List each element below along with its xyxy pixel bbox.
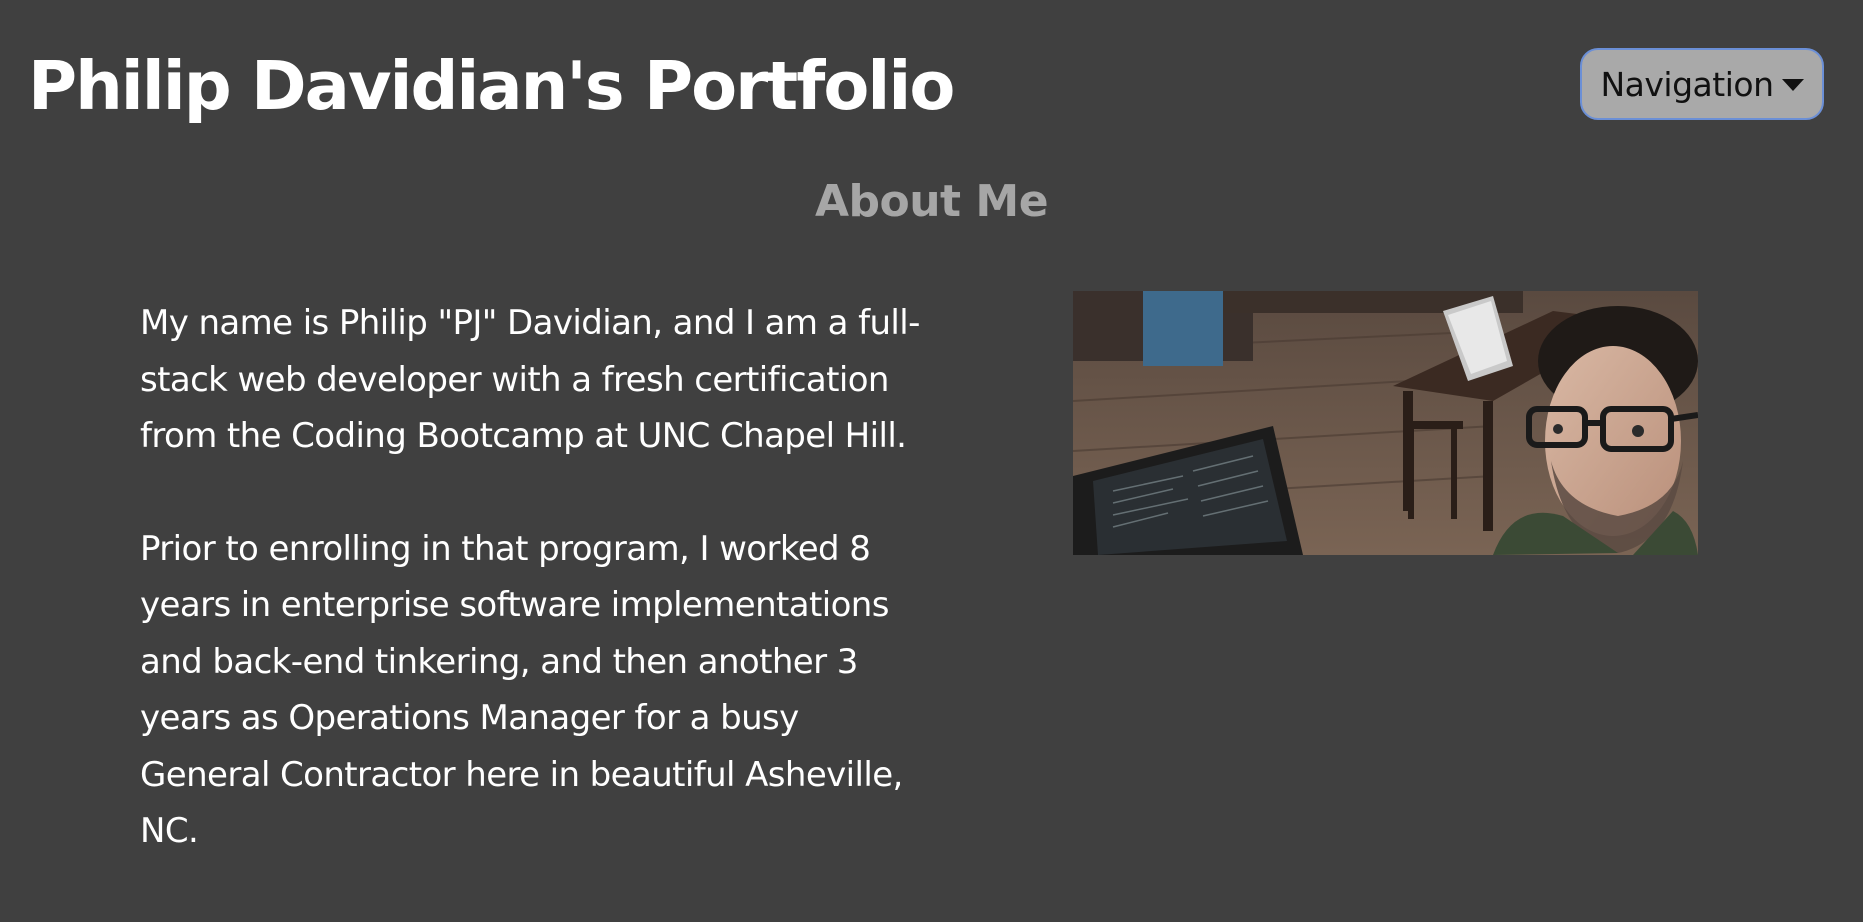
caret-down-icon <box>1781 79 1804 91</box>
navigation-label: Navigation <box>1600 64 1775 104</box>
site-title: Philip Davidian's Portfolio <box>28 47 955 125</box>
page: Philip Davidian's Portfolio Navigation A… <box>0 0 1863 922</box>
about-paragraph: My name is Philip "PJ" Davidian, and I a… <box>140 303 920 456</box>
profile-photo <box>1073 291 1698 555</box>
about-heading: About Me <box>814 176 1049 227</box>
navigation-dropdown-button[interactable]: Navigation <box>1580 48 1824 120</box>
about-paragraph: Prior to enrolling in that program, I wo… <box>140 528 903 852</box>
about-text: My name is Philip "PJ" Davidian, and I a… <box>140 295 930 916</box>
